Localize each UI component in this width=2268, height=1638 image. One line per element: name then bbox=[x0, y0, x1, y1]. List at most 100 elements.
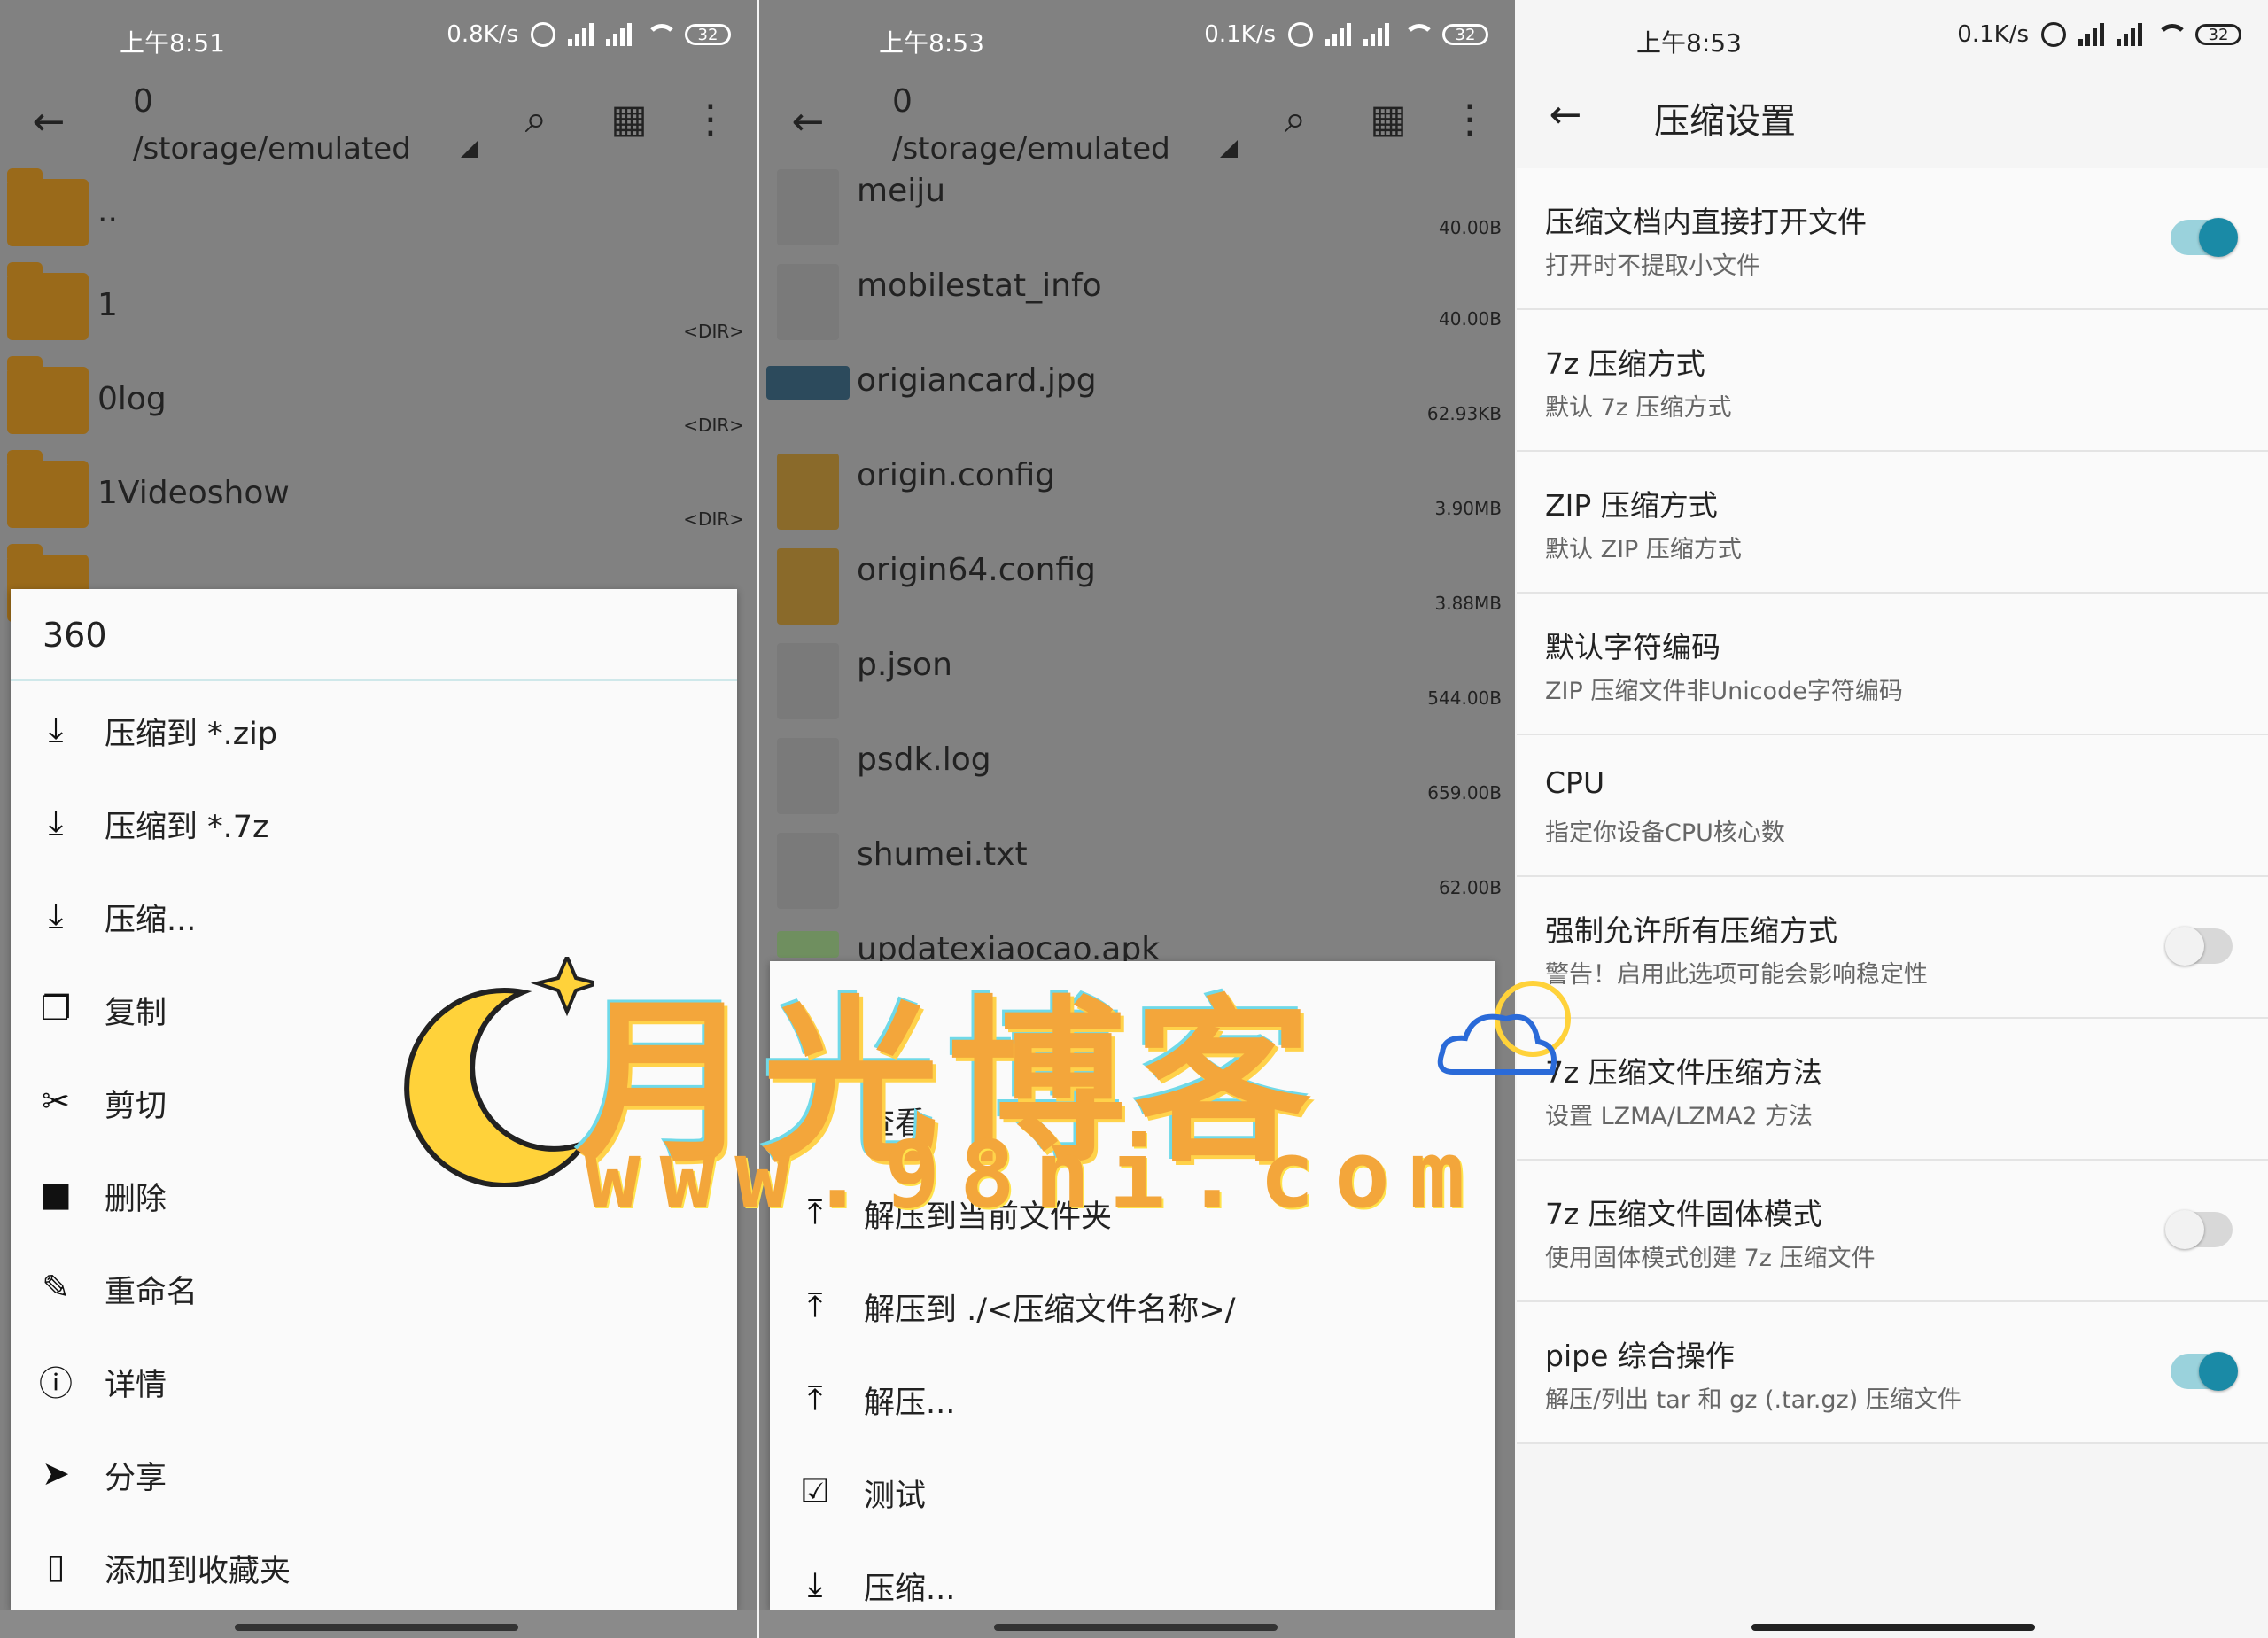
menu-item-extract[interactable]: ⤒ 解压... bbox=[770, 1351, 1495, 1444]
download-icon: ⤓ bbox=[48, 802, 64, 842]
menu-item-compress-7z[interactable]: ⤓ 压缩到 *.7z bbox=[11, 775, 737, 868]
more-vert-icon[interactable]: ⋮ bbox=[1443, 92, 1496, 145]
setting-subtitle: 默认 7z 压缩方式 bbox=[1545, 394, 1732, 422]
setting-title: 7z 压缩方式 bbox=[1545, 346, 1705, 381]
file-row[interactable]: origiancard.jpg 62.93KB bbox=[759, 353, 1515, 448]
file-row[interactable]: 0log <DIR> bbox=[0, 356, 757, 452]
menu-item-compress[interactable]: ⤓ 压缩... bbox=[11, 868, 737, 961]
menu-item-label: 详情 bbox=[105, 1368, 167, 1403]
file-row[interactable]: shumei.txt 62.00B bbox=[759, 827, 1515, 922]
file-row[interactable]: 1 <DIR> bbox=[0, 262, 757, 358]
setting-title: 压缩文档内直接打开文件 bbox=[1545, 205, 1867, 239]
file-row[interactable]: 1Videoshow <DIR> bbox=[0, 450, 757, 546]
code-file-icon bbox=[777, 643, 839, 719]
setting-subtitle: 警告！启用此选项可能会影响稳定性 bbox=[1545, 961, 1928, 989]
setting-charset[interactable]: 默认字符编码 ZIP 压缩文件非Unicode字符编码 bbox=[1517, 594, 2268, 735]
toggle-switch[interactable] bbox=[2171, 1352, 2238, 1391]
menu-item-label: 添加到收藏夹 bbox=[105, 1554, 291, 1589]
menu-item-copy[interactable]: ❐ 复制 bbox=[11, 961, 737, 1054]
back-arrow-icon[interactable]: ← bbox=[786, 99, 830, 144]
setting-zip-method[interactable]: ZIP 压缩方式 默认 ZIP 压缩方式 bbox=[1517, 452, 2268, 594]
file-row[interactable]: psdk.log 659.00B bbox=[759, 733, 1515, 827]
path-number: 0 bbox=[133, 83, 153, 120]
bookmark-icon: ▯ bbox=[46, 1547, 66, 1586]
menu-item-bookmark[interactable]: ▯ 添加到收藏夹 bbox=[11, 1519, 737, 1612]
file-size: <DIR> bbox=[683, 321, 744, 342]
setting-subtitle: 指定你设备CPU核心数 bbox=[1545, 819, 1785, 847]
menu-item-test[interactable]: ☑ 测试 bbox=[770, 1444, 1495, 1537]
home-indicator[interactable] bbox=[235, 1624, 518, 1631]
setting-cpu[interactable]: CPU 指定你设备CPU核心数 bbox=[1517, 735, 2268, 877]
page-title: 压缩设置 bbox=[1654, 101, 1796, 142]
back-arrow-icon[interactable]: ← bbox=[1543, 92, 1588, 137]
setting-pipe[interactable]: pipe 综合操作 解压/列出 tar 和 gz (.tar.gz) 压缩文件 bbox=[1517, 1302, 2268, 1444]
menu-item-details[interactable]: ⓘ 详情 bbox=[11, 1333, 737, 1426]
file-size: 40.00B bbox=[1439, 308, 1502, 330]
setting-title: 7z 压缩文件压缩方法 bbox=[1545, 1055, 1822, 1090]
search-icon[interactable]: ⌕ bbox=[1269, 92, 1322, 145]
dropdown-triangle-icon[interactable] bbox=[461, 140, 478, 158]
setting-7z-solid-mode[interactable]: 7z 压缩文件固体模式 使用固体模式创建 7z 压缩文件 bbox=[1517, 1161, 2268, 1302]
menu-item-extract-here[interactable]: ⤒ 解压到当前文件夹 bbox=[770, 1165, 1495, 1258]
search-icon[interactable]: ⌕ bbox=[509, 92, 563, 145]
file-row[interactable]: origin64.config 3.88MB bbox=[759, 543, 1515, 638]
menu-item-compress-zip[interactable]: ⤓ 压缩到 *.zip bbox=[11, 682, 737, 775]
trash-icon: ■ bbox=[40, 1175, 72, 1214]
setting-force-all-methods[interactable]: 强制允许所有压缩方式 警告！启用此选项可能会影响稳定性 bbox=[1517, 877, 2268, 1019]
setting-subtitle: 打开时不提取小文件 bbox=[1545, 252, 1760, 280]
menu-item-rename[interactable]: ✎ 重命名 bbox=[11, 1240, 737, 1333]
grid-view-icon[interactable]: ▦ bbox=[602, 92, 656, 145]
file-row[interactable]: mobilestat_info 40.00B bbox=[759, 259, 1515, 353]
path-text: /storage/emulated bbox=[133, 131, 411, 167]
context-menu: ◉ 查看 ⤒ 解压到当前文件夹 ⤒ 解压到 ./<压缩文件名称>/ ⤒ 解压..… bbox=[770, 961, 1495, 1610]
file-manager-panel-2: 上午8:53 0.1K/s 32 ← 0 /storage/emulated ⌕… bbox=[759, 0, 1515, 1638]
menu-item-label: 解压... bbox=[864, 1386, 956, 1421]
file-row[interactable]: p.json 544.00B bbox=[759, 638, 1515, 733]
back-arrow-icon[interactable]: ← bbox=[27, 99, 71, 144]
home-indicator[interactable] bbox=[1751, 1624, 2035, 1631]
wifi-icon bbox=[2155, 24, 2188, 45]
menu-item-share[interactable]: ➤ 分享 bbox=[11, 1426, 737, 1519]
menu-item-label: 压缩... bbox=[864, 1572, 956, 1607]
setting-open-directly[interactable]: 压缩文档内直接打开文件 打开时不提取小文件 bbox=[1517, 168, 2268, 310]
dropdown-triangle-icon[interactable] bbox=[1220, 140, 1238, 158]
toggle-switch[interactable] bbox=[2165, 927, 2233, 966]
grid-view-icon[interactable]: ▦ bbox=[1362, 92, 1415, 145]
home-indicator[interactable] bbox=[994, 1624, 1278, 1631]
path-selector[interactable]: 0 /storage/emulated bbox=[133, 80, 411, 174]
toggle-switch[interactable] bbox=[2165, 1210, 2233, 1249]
copy-icon: ❐ bbox=[40, 989, 72, 1028]
wifi-icon bbox=[1402, 24, 1435, 45]
menu-item-label: 删除 bbox=[105, 1182, 167, 1217]
file-size: 659.00B bbox=[1427, 782, 1502, 803]
menu-item-cut[interactable]: ✂ 剪切 bbox=[11, 1054, 737, 1147]
divider bbox=[11, 679, 737, 681]
apk-icon bbox=[777, 931, 839, 958]
menu-item-delete[interactable]: ■ 删除 bbox=[11, 1147, 737, 1240]
file-size: 3.88MB bbox=[1434, 593, 1502, 614]
menu-item-view[interactable]: ◉ 查看 bbox=[770, 1072, 1495, 1165]
toggle-switch[interactable] bbox=[2171, 218, 2238, 257]
file-name: 1Videoshow bbox=[97, 475, 290, 511]
file-row[interactable]: meiju 40.00B bbox=[759, 164, 1515, 259]
folder-icon bbox=[7, 450, 89, 528]
setting-title: 7z 压缩文件固体模式 bbox=[1545, 1197, 1822, 1231]
signal-icon bbox=[2117, 23, 2142, 46]
file-row[interactable]: origin.config 3.90MB bbox=[759, 448, 1515, 543]
setting-subtitle: 默认 ZIP 压缩方式 bbox=[1545, 536, 1742, 563]
setting-7z-method[interactable]: 7z 压缩方式 默认 7z 压缩方式 bbox=[1517, 310, 2268, 452]
status-time: 上午8:53 bbox=[879, 28, 984, 58]
battery-icon: 32 bbox=[685, 24, 731, 45]
setting-7z-compression-method[interactable]: 7z 压缩文件压缩方法 设置 LZMA/LZMA2 方法 bbox=[1517, 1019, 2268, 1161]
more-vert-icon[interactable]: ⋮ bbox=[684, 92, 737, 145]
file-size: 544.00B bbox=[1427, 687, 1502, 709]
menu-item-extract-to-folder[interactable]: ⤒ 解压到 ./<压缩文件名称>/ bbox=[770, 1258, 1495, 1351]
scissors-icon: ✂ bbox=[42, 1082, 70, 1121]
text-file-icon bbox=[777, 738, 839, 814]
file-row[interactable]: .. bbox=[0, 168, 757, 264]
send-icon: ➤ bbox=[42, 1454, 70, 1493]
path-selector[interactable]: 0 /storage/emulated bbox=[892, 80, 1170, 174]
file-size: 40.00B bbox=[1439, 217, 1502, 238]
setting-subtitle: ZIP 压缩文件非Unicode字符编码 bbox=[1545, 678, 1903, 705]
status-bar: 上午8:53 0.1K/s 32 bbox=[1517, 0, 2268, 80]
